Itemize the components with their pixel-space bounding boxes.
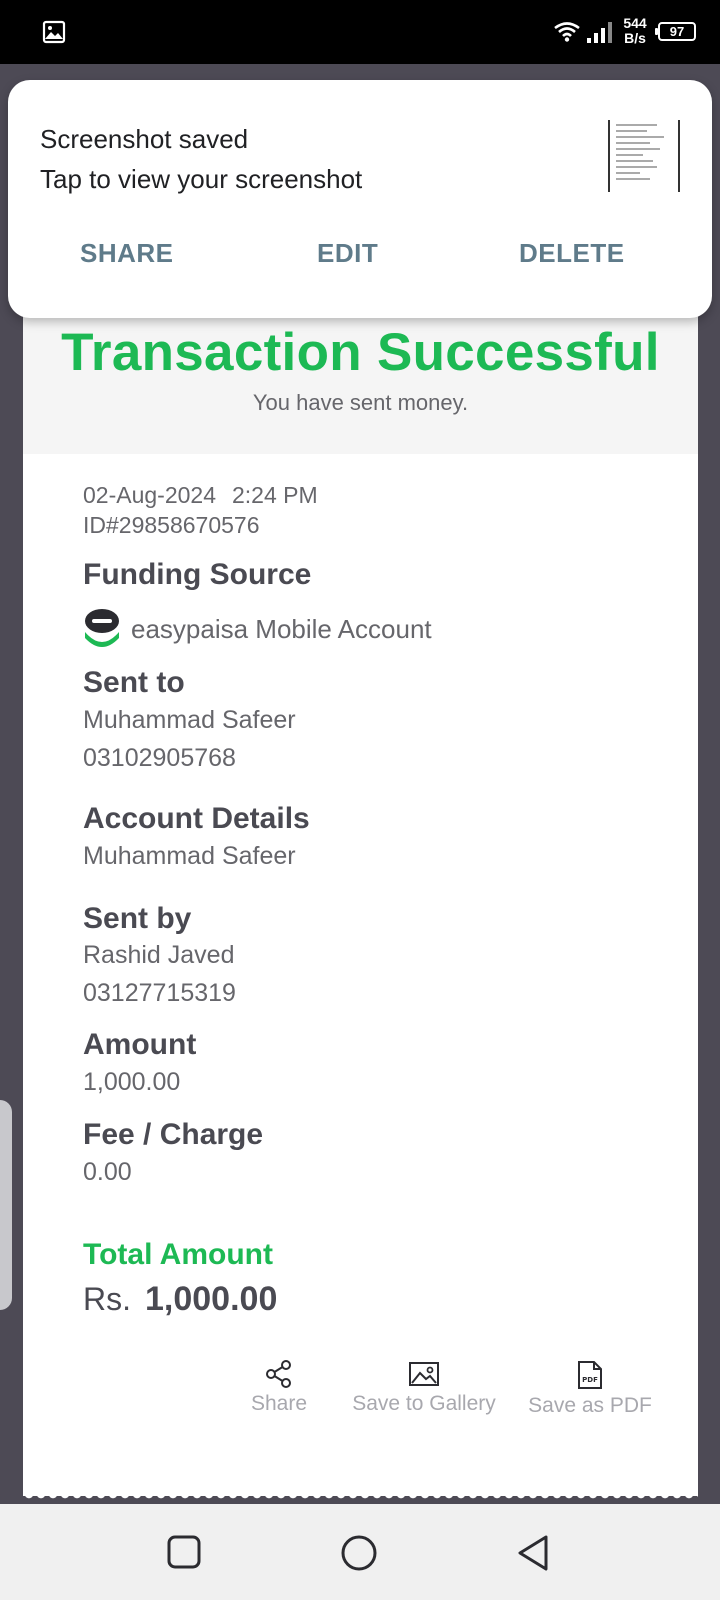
fee-label: Fee / Charge — [83, 1118, 264, 1151]
status-bar: 544 B/s 97 — [0, 0, 720, 64]
sent-by-label: Sent by — [83, 902, 192, 935]
gallery-notification-icon — [42, 20, 66, 49]
currency-symbol: Rs. — [83, 1281, 131, 1317]
svg-text:PDF: PDF — [582, 1376, 598, 1384]
transaction-time: 2:24 PM — [232, 482, 318, 508]
back-icon[interactable] — [516, 1534, 552, 1577]
notification-share-button[interactable]: SHARE — [80, 238, 174, 269]
home-icon[interactable] — [340, 1534, 378, 1577]
pdf-icon: PDF — [526, 1360, 654, 1390]
battery-indicator: 97 — [655, 22, 696, 41]
fee-value: 0.00 — [83, 1158, 132, 1186]
system-navigation-bar — [0, 1504, 720, 1600]
total-amount-label: Total Amount — [83, 1238, 273, 1271]
share-icon — [245, 1360, 313, 1388]
sender-name: Rashid Javed — [83, 941, 235, 969]
notification-title: Screenshot saved — [40, 124, 249, 154]
total-amount-value: 1,000.00 — [145, 1280, 278, 1318]
signal-strength-icon — [586, 20, 614, 49]
sent-to-label: Sent to — [83, 666, 185, 699]
funding-source-label: Funding Source — [83, 558, 312, 591]
sender-number: 03127715319 — [83, 979, 236, 1007]
share-receipt-button[interactable]: Share — [245, 1360, 313, 1416]
receipt-zigzag-edge — [23, 1494, 698, 1502]
amount-label: Amount — [83, 1028, 197, 1061]
notification-edit-button[interactable]: EDIT — [317, 238, 378, 269]
recipient-name: Muhammad Safeer — [83, 706, 296, 734]
recipient-number: 03102905768 — [83, 744, 236, 772]
total-amount: Rs. 1,000.00 — [83, 1280, 277, 1319]
save-as-pdf-button[interactable]: PDF Save as PDF — [526, 1360, 654, 1418]
save-as-pdf-label: Save as PDF — [528, 1394, 652, 1417]
save-to-gallery-label: Save to Gallery — [352, 1392, 496, 1415]
transaction-date: 02-Aug-2024 — [83, 482, 216, 508]
easypaisa-logo-icon — [83, 608, 121, 648]
wifi-icon — [554, 22, 580, 47]
transaction-datetime: 02-Aug-2024 2:24 PM — [83, 482, 334, 509]
account-holder-name: Muhammad Safeer — [83, 842, 296, 870]
recent-apps-icon[interactable] — [166, 1534, 202, 1575]
transaction-id: ID#29858670576 — [83, 512, 260, 538]
screenshot-thumbnail[interactable] — [608, 120, 680, 192]
receipt-header: Transaction Successful You have sent mon… — [23, 300, 698, 454]
notification-text: Tap to view your screenshot — [40, 164, 363, 194]
screenshot-notification[interactable]: Screenshot saved Tap to view your screen… — [8, 80, 712, 318]
notification-delete-button[interactable]: DELETE — [519, 238, 625, 269]
gallery-icon — [349, 1360, 499, 1388]
edge-panel-handle[interactable] — [0, 1100, 12, 1310]
funding-source-value: easypaisa Mobile Account — [131, 614, 432, 644]
save-to-gallery-button[interactable]: Save to Gallery — [349, 1360, 499, 1416]
transaction-subtitle: You have sent money. — [252, 390, 469, 415]
receipt-actions: Share Save to Gallery PDF Save as PDF — [23, 1360, 698, 1430]
account-details-label: Account Details — [83, 802, 310, 835]
amount-value: 1,000.00 — [83, 1068, 181, 1096]
transaction-status-title: Transaction Successful — [61, 323, 660, 382]
network-speed: 544 B/s — [623, 15, 647, 46]
share-label: Share — [250, 1392, 308, 1415]
transaction-receipt: Transaction Successful You have sent mon… — [23, 300, 698, 1496]
